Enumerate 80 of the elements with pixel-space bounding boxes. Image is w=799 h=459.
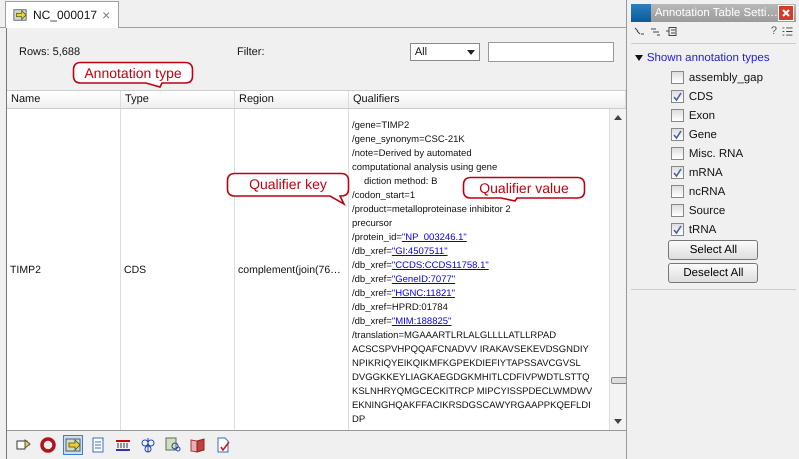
checkbox-label: Gene bbox=[688, 128, 717, 140]
type-cell: CDS bbox=[124, 264, 146, 276]
column-header[interactable]: Name bbox=[7, 91, 121, 108]
collapse-icon[interactable] bbox=[650, 26, 661, 36]
qualifier-line: ACSCSPVHPQQAFCNADVV IRAKAVSEKEVDSGNDIY bbox=[352, 343, 589, 357]
qualifier-line: NPIKRIQYEIKQIKMFKGPEKDIEFIYTAPSSAVCGVSL bbox=[352, 357, 581, 371]
tab-title: NC_000017 bbox=[33, 8, 98, 22]
name-cell: TIMP2 bbox=[10, 264, 41, 276]
qualifier-line: DP bbox=[352, 413, 366, 427]
qualifier-line: computational analysis using gene bbox=[352, 161, 498, 175]
qualifier-line: /db_xref="MIM:188825" bbox=[352, 315, 452, 329]
qualifier-line: /gene=TIMP2 bbox=[352, 119, 410, 133]
panel-button[interactable]: Select All bbox=[668, 240, 758, 260]
expand-icon[interactable] bbox=[634, 26, 645, 36]
scrollbar[interactable] bbox=[610, 109, 626, 430]
qualifier-link[interactable]: "NP_003246.1" bbox=[402, 232, 467, 243]
qualifier-link[interactable]: "HGNC:11821" bbox=[392, 288, 455, 299]
checkbox-label: Exon bbox=[688, 110, 716, 122]
qualifier-link[interactable]: "MIM:188825" bbox=[392, 316, 452, 327]
qualifier-line: /protein_id="NP_003246.1" bbox=[352, 231, 467, 245]
qualifier-line: /db_xref="GI:4507511" bbox=[352, 245, 448, 259]
qualifier-line: /translation=MGAAARTLRLALGLLLLATLLRPAD bbox=[352, 329, 556, 343]
column-header[interactable]: Region bbox=[235, 91, 349, 108]
scroll-thumb[interactable] bbox=[610, 377, 626, 384]
callout: Qualifier value bbox=[462, 176, 586, 203]
qualifier-line: /note=Derived by automated bbox=[352, 147, 472, 161]
checkbox-label: tRNA bbox=[688, 224, 716, 236]
qualifier-line: /gene_synonym=CSC-21K bbox=[352, 133, 465, 147]
panel-title: Annotation Table Setti… bbox=[654, 7, 778, 19]
column-header[interactable]: Qualifiers bbox=[349, 91, 626, 108]
caret-icon bbox=[466, 50, 475, 54]
qualifier-line: /codon_start=1 bbox=[352, 189, 416, 203]
qualifier-line: /db_xref="GeneID:7077" bbox=[352, 273, 456, 287]
qualifier-line: /db_xref="CCDS:CCDS11758.1" bbox=[352, 259, 489, 273]
checkbox-label: Source bbox=[688, 204, 726, 216]
qualifier-link[interactable]: "GI:4507511" bbox=[392, 246, 448, 257]
checkbox-label: CDS bbox=[688, 90, 714, 102]
indent-icon[interactable] bbox=[666, 26, 677, 36]
checkbox[interactable] bbox=[670, 166, 684, 179]
column-header[interactable]: Type bbox=[121, 91, 235, 108]
filter-field[interactable] bbox=[488, 42, 614, 62]
checkbox[interactable] bbox=[670, 147, 684, 160]
qualifier-line: EKNINGHQAKFFACIKRSDGSCAWYRGAAPPKQEFLDI bbox=[352, 399, 591, 413]
panel-icon bbox=[630, 4, 651, 22]
callout: Qualifier key bbox=[226, 172, 350, 206]
triangle-icon bbox=[634, 55, 643, 61]
filter-dropdown[interactable]: All bbox=[410, 43, 480, 61]
qualifier-link[interactable]: "CCDS:CCDS11758.1" bbox=[392, 260, 489, 271]
checkbox[interactable] bbox=[670, 71, 684, 84]
scroll-down-icon[interactable] bbox=[614, 419, 622, 425]
qualifier-line: DVGGKKEYLIAGKAEGDGKMHITLCDFIVPWDTLSTTQ bbox=[352, 371, 590, 385]
qualifier-line: diction method: B bbox=[364, 175, 438, 189]
region-cell: complement(join(76… bbox=[238, 264, 341, 276]
row-count: Rows: 5,688 bbox=[19, 46, 82, 58]
qualifier-line: /product=metalloproteinase inhibitor 2 bbox=[352, 203, 511, 217]
close-icon[interactable] bbox=[778, 5, 794, 21]
checkbox[interactable] bbox=[670, 109, 684, 122]
qualifier-line: precursor bbox=[352, 217, 392, 231]
scroll-up-icon[interactable] bbox=[614, 114, 622, 120]
section-header[interactable]: Shown annotation types bbox=[630, 52, 796, 64]
checkbox-label: Misc. RNA bbox=[688, 148, 744, 160]
checkbox[interactable] bbox=[670, 185, 684, 198]
close-icon[interactable]: × bbox=[102, 7, 110, 23]
checkbox[interactable] bbox=[670, 128, 684, 141]
checkbox-label: ncRNA bbox=[688, 186, 726, 198]
filter-label: Filter: bbox=[237, 46, 266, 58]
document-tab[interactable]: NC_000017 × bbox=[5, 1, 120, 28]
list-icon[interactable] bbox=[782, 26, 793, 36]
checkbox[interactable] bbox=[670, 223, 684, 236]
checkbox-label: assembly_gap bbox=[688, 72, 763, 84]
checkbox[interactable] bbox=[670, 204, 684, 217]
qualifier-link[interactable]: "GeneID:7077" bbox=[392, 274, 456, 285]
checkbox-label: mRNA bbox=[688, 166, 723, 178]
checkbox[interactable] bbox=[670, 90, 684, 103]
help-icon[interactable]: ? bbox=[770, 25, 777, 37]
qualifier-line: /db_xref=HPRD:01784 bbox=[352, 301, 448, 315]
panel-button[interactable]: Deselect All bbox=[668, 263, 758, 283]
qualifier-line: /db_xref="HGNC:11821" bbox=[352, 287, 455, 301]
qualifier-line: KSLNHRYQMGCECKITRCP MIPCYISSPDECLWMDWV bbox=[352, 385, 592, 399]
ring-icon[interactable] bbox=[38, 435, 58, 455]
